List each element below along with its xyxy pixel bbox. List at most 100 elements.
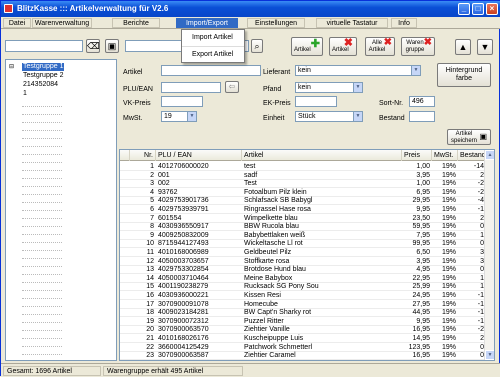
status-group: Warengruppe erhält 495 Artikel [103,366,243,376]
menu-item-import-artikel[interactable]: Import Artikel [182,30,244,46]
cell-plu[interactable]: 3070900063587 [158,351,242,360]
tree-placeholder-row [22,306,62,307]
cell-bestand[interactable]: 0 [458,351,484,360]
lieferant-label: Lieferant [263,69,291,76]
header-plu[interactable]: PLU / EAN [156,150,242,161]
save-group-icon[interactable]: ▣ [105,39,119,53]
bestand-input[interactable] [409,111,435,122]
close-button[interactable]: × [486,3,498,15]
bestand-label: Bestand [379,115,405,122]
scroll-up-icon[interactable]: ▲ [485,150,494,160]
tree-placeholder-row [22,282,62,283]
row-indicator-header [120,150,130,161]
arrow-down-icon[interactable]: ▼ [477,39,493,55]
pfand-value: kein [298,84,311,91]
chevron-down-icon[interactable]: ▼ [411,66,420,75]
tree-placeholder-row [22,266,62,267]
pfand-label: Pfand [263,86,282,93]
eraser-icon[interactable]: ⌫ [86,39,100,53]
sort-nr-input[interactable]: 496 [409,96,435,107]
menu-berichte[interactable]: Berichte [112,18,160,28]
tree-placeholder-row [22,210,62,211]
cell-nr[interactable]: 23 [130,351,154,360]
vk-preis-input[interactable] [161,96,203,107]
tree-item-1[interactable]: 1 [22,90,28,98]
tree-placeholder-row [22,274,62,275]
artikel-table[interactable]: Nr. PLU / EAN Artikel Preis MwSt. Bestan… [119,149,495,361]
scroll-down-icon[interactable]: ▼ [485,350,494,360]
vertical-scrollbar[interactable]: ▲ ▼ [484,150,494,360]
plu-input[interactable] [161,82,221,93]
delete-artikel-label: Artikel [332,47,349,53]
cell-artikel[interactable]: Ziehtier Caramel [244,351,400,360]
menu-import-export[interactable]: Import/Export [176,18,238,28]
warengruppen-tree[interactable]: ⊟ Testgruppe 1 Testgruppe 2 214352084 1 [5,59,117,361]
delete-all-artikel-button[interactable]: Alle Artikel ✖ [365,37,395,56]
tree-item-214352084[interactable]: 214352084 [22,81,59,89]
hintergrundfarbe-button[interactable]: Hintergrund farbe [437,63,491,87]
artikel-speichern-button[interactable]: Artikel speichern ▣ [447,129,491,145]
arrow-up-icon[interactable]: ▲ [455,39,471,55]
tree-placeholder-row [22,202,62,203]
minimize-button[interactable]: _ [458,3,470,15]
menu-warenverwaltung[interactable]: Warenverwaltung [32,18,92,28]
chevron-down-icon[interactable]: ▼ [187,112,196,121]
menu-info[interactable]: Info [391,18,417,28]
floppy-disk-icon: ▣ [479,132,487,141]
maximize-button[interactable]: □ [472,3,484,15]
app-icon [4,4,13,13]
tree-placeholder-row [22,138,62,139]
menu-item-export-artikel[interactable]: Export Artikel [182,46,244,62]
tree-placeholder-row [22,194,62,195]
plu-arrow-icon[interactable]: ⇦ [225,81,239,93]
header-artikel[interactable]: Artikel [242,150,402,161]
tree-placeholder-row [22,354,62,355]
add-artikel-button[interactable]: ✚ Artikel [291,37,323,56]
lieferant-select[interactable]: kein ▼ [295,65,421,76]
cell-preis[interactable]: 16,95 [402,351,430,360]
add-artikel-label: Artikel [294,47,311,53]
einheit-value: Stück [298,113,316,120]
mwst-select[interactable]: 19 ▼ [161,111,197,122]
tree-placeholder-row [22,106,62,107]
ek-preis-label: EK-Preis [263,100,291,107]
menu-einstellungen[interactable]: Einstellungen [247,18,305,28]
group-name-input[interactable] [5,40,83,52]
tree-placeholder-row [22,162,62,163]
speichern-label: Artikel speichern [450,131,477,144]
search-icon[interactable]: ⌕ [251,39,263,53]
table-header: Nr. PLU / EAN Artikel Preis MwSt. Bestan… [120,150,486,161]
pfand-select[interactable]: kein ▼ [295,82,363,93]
artikel-input[interactable] [161,65,261,76]
status-bar: Gesamt: 1696 Artikel Warengruppe erhält … [1,363,500,377]
tree-expander-icon[interactable]: ⊟ [9,63,14,70]
cell-mwst[interactable]: 19% [432,351,456,360]
table-row[interactable]: 23 3070900063587 Ziehtier Caramel 16,95 19% 0 [120,351,486,360]
import-export-dropdown: Import Artikel Export Artikel [181,29,245,63]
chevron-down-icon[interactable]: ▼ [353,83,362,92]
tree-placeholder-row [22,314,62,315]
delete-artikel-button[interactable]: ✖ Artikel [329,37,357,56]
tree-placeholder-row [22,178,62,179]
menu-datei[interactable]: Datei [3,18,31,28]
window-title: BlitzKasse ::: Artikelverwaltung für V2.… [17,4,169,13]
delete-warengruppe-button[interactable]: Waren gruppe ✖ [401,37,435,56]
tree-placeholder-row [22,146,62,147]
chevron-down-icon[interactable]: ▼ [353,112,362,121]
header-bestand[interactable]: Bestand [458,150,486,161]
tree-placeholder-row [22,330,62,331]
title-bar[interactable]: BlitzKasse ::: Artikelverwaltung für V2.… [1,1,500,17]
tree-placeholder-row [22,258,62,259]
tree-placeholder-row [22,250,62,251]
tree-placeholder-row [22,218,62,219]
header-preis[interactable]: Preis [402,150,432,161]
tree-item-testgruppe-1[interactable]: Testgruppe 1 [22,63,65,71]
tree-item-testgruppe-2[interactable]: Testgruppe 2 [22,72,64,80]
einheit-select[interactable]: Stück ▼ [295,111,363,122]
ek-preis-input[interactable] [295,96,337,107]
plus-icon: ✚ [310,38,320,50]
menu-bar: Datei Warenverwaltung Berichte Import/Ex… [1,17,500,29]
header-mwst[interactable]: MwSt. [432,150,458,161]
menu-virtuelle-tastatur[interactable]: virtuelle Tastatur [316,18,388,28]
header-nr[interactable]: Nr. [130,150,156,161]
